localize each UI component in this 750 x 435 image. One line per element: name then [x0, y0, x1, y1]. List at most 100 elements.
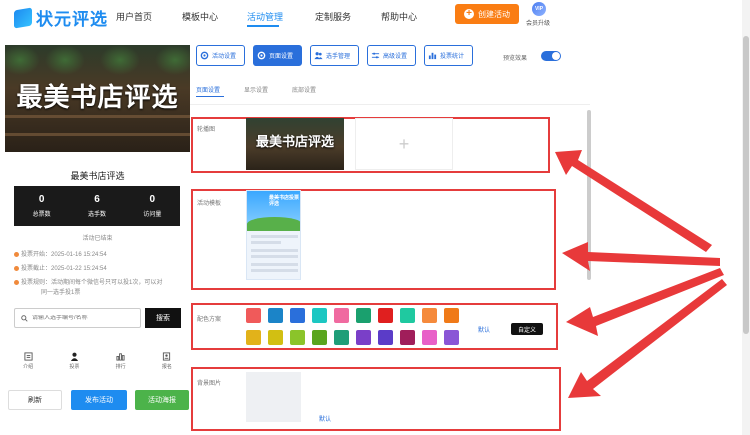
preview-banner: 最美书店评选: [5, 45, 190, 152]
ranking-icon: [116, 353, 125, 361]
background-image-label: 背景图片: [197, 381, 222, 387]
stat-visits: 0 访问量: [143, 194, 162, 218]
stat-total-votes: 0 总票数: [32, 194, 51, 218]
gear-icon: [257, 51, 266, 60]
color-scheme-label: 配色方案: [197, 317, 222, 323]
divider: [190, 104, 590, 105]
color-swatch[interactable]: [268, 308, 283, 323]
vote-rule-info-cont: 同一选手投1票: [41, 290, 81, 296]
contestant-search[interactable]: [14, 308, 141, 328]
background-default-link[interactable]: 默认: [319, 414, 331, 423]
logo-icon: [14, 6, 32, 29]
tab-vote-statistics[interactable]: 投票统计: [424, 45, 473, 66]
template-thumbnail[interactable]: 最美书店投票评选: [246, 190, 301, 280]
tab-vote[interactable]: 投票: [51, 349, 97, 377]
preview-stats: 0 总票数 6 选手数 0 访问量: [14, 186, 180, 226]
plus-icon: +: [398, 133, 410, 154]
color-swatch[interactable]: [268, 330, 283, 345]
color-swatch[interactable]: [400, 330, 415, 345]
gear-icon: [200, 51, 209, 60]
vote-start-info: 投票开始：2025-01-16 15:24:54: [14, 251, 107, 260]
page-scrollbar-thumb[interactable]: [743, 36, 749, 334]
search-input[interactable]: [32, 315, 132, 321]
subtab-page-settings[interactable]: 页面设置: [196, 85, 220, 94]
color-swatch[interactable]: [400, 308, 415, 323]
carousel-image-text: 最美书店评选: [255, 134, 334, 149]
users-icon: [314, 52, 323, 60]
stat-contestants: 6 选手数: [87, 194, 106, 218]
carousel-label: 轮播图: [197, 127, 216, 133]
signup-icon: [163, 352, 171, 361]
tab-ranking[interactable]: 排行: [98, 349, 144, 377]
color-swatch[interactable]: [444, 308, 459, 323]
color-swatch[interactable]: [422, 330, 437, 345]
create-activity-label: 创建活动: [478, 9, 510, 19]
color-swatch[interactable]: [356, 330, 371, 345]
template-thumb-title: 最美书店投票评选: [269, 195, 300, 207]
preview-effect-toggle[interactable]: [541, 51, 561, 61]
nav-template-center[interactable]: 模板中心: [182, 10, 218, 23]
color-swatch[interactable]: [378, 308, 393, 323]
search-icon: [21, 314, 28, 322]
color-swatch[interactable]: [246, 330, 261, 345]
tab-activity-settings[interactable]: 活动设置: [196, 45, 245, 66]
color-swatch[interactable]: [290, 308, 305, 323]
sliders-icon: [371, 52, 380, 59]
plus-icon: +: [464, 9, 474, 19]
logo-text: 状元评选: [36, 10, 108, 29]
carousel-image[interactable]: 最美书店评选: [246, 118, 344, 170]
tab-contestant-management[interactable]: 选手管理: [310, 45, 359, 66]
subtab-footer-settings[interactable]: 底部设置: [292, 85, 316, 94]
preview-effect-label: 预览效果: [503, 56, 528, 62]
vip-icon[interactable]: VIP: [532, 2, 546, 16]
vote-end-info: 投票截止：2025-01-22 15:24:54: [14, 265, 107, 274]
arrow-to-background: [568, 279, 727, 398]
create-activity-button[interactable]: + 创建活动: [455, 4, 519, 24]
nav-activity-management[interactable]: 活动管理: [247, 10, 283, 23]
arrow-to-carousel: [555, 150, 712, 252]
color-swatch[interactable]: [312, 308, 327, 323]
clock-icon: [14, 265, 19, 271]
activity-poster-button[interactable]: 活动海报: [135, 390, 189, 410]
color-swatch[interactable]: [290, 330, 305, 345]
color-custom-button[interactable]: 自定义: [511, 323, 543, 335]
tab-signup[interactable]: 报名: [144, 349, 190, 377]
nav-help-center[interactable]: 帮助中心: [381, 10, 417, 23]
page-scrollbar[interactable]: [742, 0, 750, 435]
settings-scrollbar[interactable]: [587, 110, 591, 280]
search-button[interactable]: 搜索: [145, 308, 181, 328]
nav-active-underline: [247, 25, 279, 27]
color-swatch[interactable]: [422, 308, 437, 323]
tab-advanced-settings[interactable]: 高级设置: [367, 45, 416, 66]
tab-page-settings[interactable]: 页面设置: [253, 45, 302, 66]
color-swatch[interactable]: [246, 308, 261, 323]
activity-ended-text: 活动已结束: [82, 236, 113, 242]
color-swatch[interactable]: [334, 308, 349, 323]
vip-upgrade-label[interactable]: 会员升级: [526, 18, 550, 27]
vote-rule-info: 投票规则：活动期间每个微信号只可以投1次，可以对: [14, 279, 162, 288]
color-swatch[interactable]: [378, 330, 393, 345]
color-swatch[interactable]: [312, 330, 327, 345]
publish-activity-button[interactable]: 发布活动: [71, 390, 127, 410]
color-default-link[interactable]: 默认: [478, 325, 490, 334]
background-image-slot[interactable]: [246, 372, 301, 422]
subtab-display-settings[interactable]: 显示设置: [244, 85, 268, 94]
bar-chart-icon: [428, 52, 437, 60]
info-icon: [14, 279, 19, 285]
color-swatch[interactable]: [356, 308, 371, 323]
top-nav: 状元评选 用户首页 模板中心 活动管理 定制服务 帮助中心 + 创建活动 VIP…: [0, 0, 750, 34]
subtab-active-underline: [196, 96, 224, 97]
refresh-button[interactable]: 刷新: [8, 390, 62, 410]
banner-title: 最美书店评选: [16, 82, 179, 112]
color-swatch[interactable]: [444, 330, 459, 345]
add-carousel-image-button[interactable]: +: [355, 118, 453, 170]
tab-intro[interactable]: 介绍: [5, 349, 51, 377]
clock-icon: [14, 251, 19, 257]
logo[interactable]: 状元评选: [14, 5, 108, 30]
preview-card-title: 最美书店评选: [70, 171, 125, 181]
color-swatch[interactable]: [334, 330, 349, 345]
nav-user-home[interactable]: 用户首页: [116, 10, 152, 23]
preview-tabbar: 介绍 投票 排行 报名: [5, 349, 190, 377]
preview-actions: 刷新 发布活动 活动海报: [5, 390, 190, 410]
nav-custom-service[interactable]: 定制服务: [315, 10, 351, 23]
